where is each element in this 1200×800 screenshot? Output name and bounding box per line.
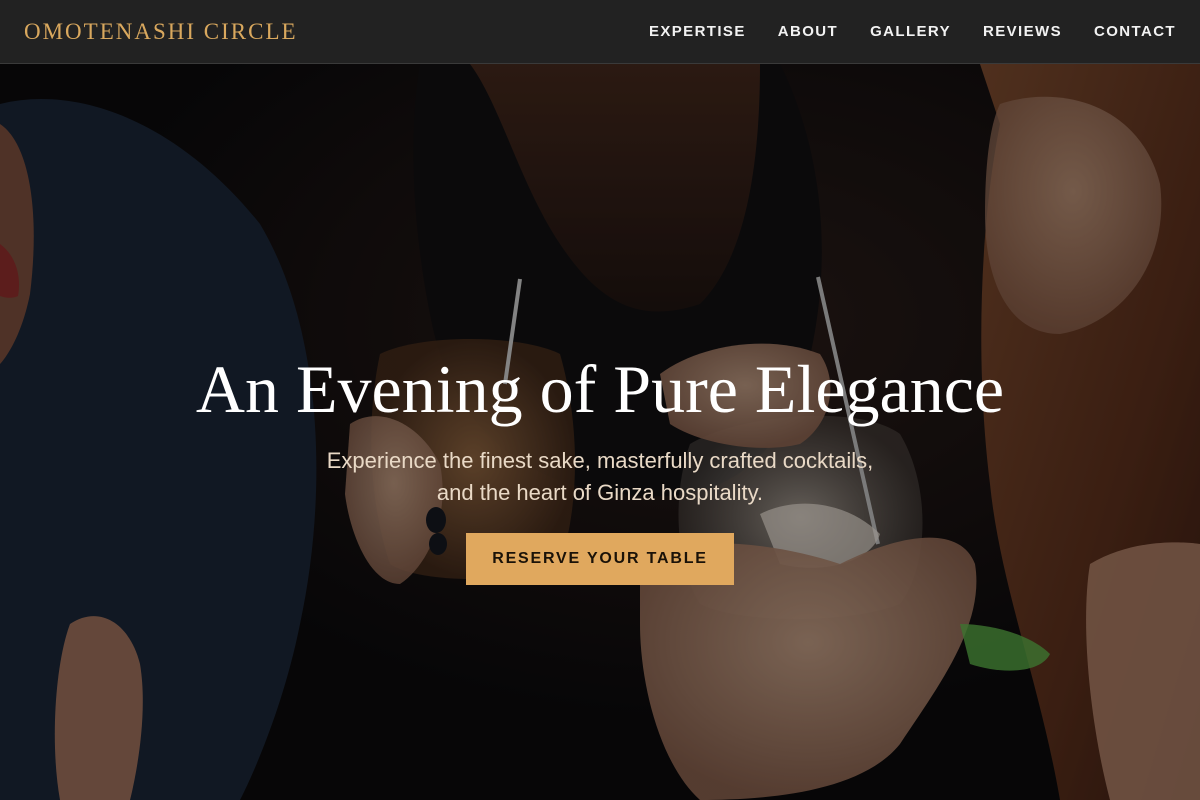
hero-subtitle: Experience the finest sake, masterfully … [327, 445, 874, 509]
nav-links: EXPERTISE ABOUT GALLERY REVIEWS CONTACT [649, 23, 1176, 41]
nav-item-expertise: EXPERTISE [649, 23, 746, 41]
hero-content: An Evening of Pure Elegance Experience t… [0, 64, 1200, 800]
hero-section: An Evening of Pure Elegance Experience t… [0, 64, 1200, 800]
nav-item-about: ABOUT [778, 23, 838, 41]
nav-link-contact[interactable]: CONTACT [1094, 23, 1176, 40]
hero-subtitle-line-1: Experience the finest sake, masterfully … [326, 448, 874, 474]
nav-item-contact: CONTACT [1094, 23, 1176, 41]
hero-subtitle-line-2: and the heart of Ginza hospitality. [436, 480, 764, 506]
nav-link-gallery[interactable]: GALLERY [870, 23, 951, 40]
nav-item-reviews: REVIEWS [983, 23, 1062, 41]
hero-title: An Evening of Pure Elegance [195, 351, 1005, 427]
nav-item-gallery: GALLERY [870, 23, 951, 41]
top-navbar: OMOTENASHI CIRCLE EXPERTISE ABOUT GALLER… [0, 0, 1200, 64]
nav-link-reviews[interactable]: REVIEWS [983, 23, 1062, 40]
brand-logo[interactable]: OMOTENASHI CIRCLE [24, 19, 298, 45]
nav-link-expertise[interactable]: EXPERTISE [649, 23, 746, 40]
reserve-table-button[interactable]: RESERVE YOUR TABLE [466, 533, 734, 586]
nav-link-about[interactable]: ABOUT [778, 23, 838, 40]
